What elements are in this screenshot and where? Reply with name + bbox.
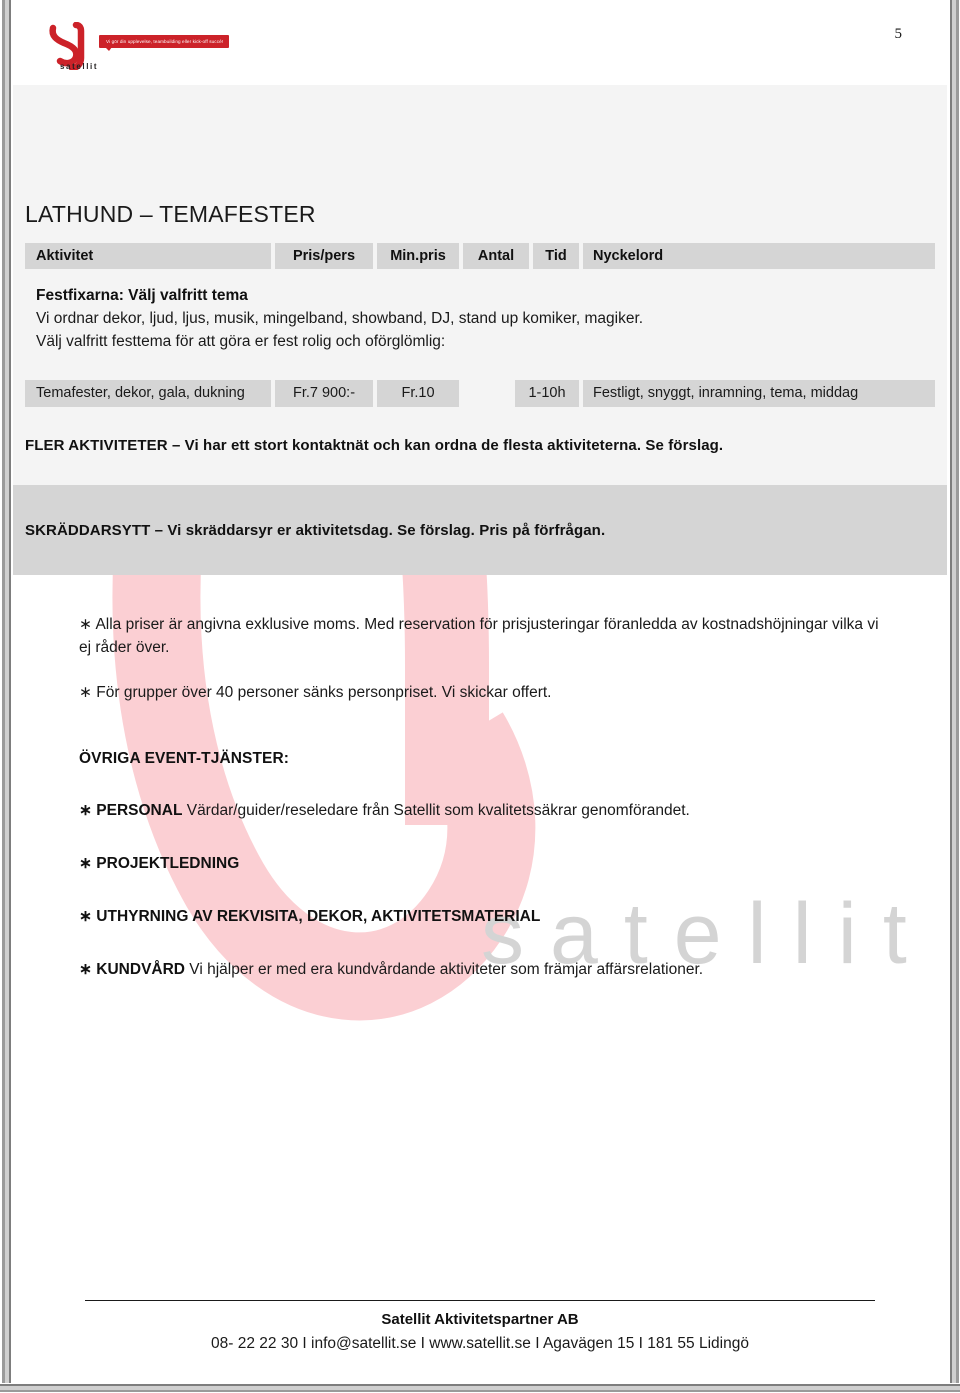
service-item-label: ∗ UTHYRNING AV REKVISITA, DEKOR, AKTIVIT… bbox=[79, 908, 541, 925]
cell-pris-pers-value: Fr.7 900:- bbox=[292, 385, 356, 401]
price-notes: ∗ Alla priser är angivna exklusive moms.… bbox=[79, 613, 879, 726]
logo-tagline: Vi gör din upplevelse, teambuilding elle… bbox=[99, 35, 230, 51]
other-services-section: ÖVRIGA EVENT-TJÄNSTER: ∗ PERSONAL Värdar… bbox=[79, 750, 879, 1012]
column-header-pris-pers-label: Pris/pers bbox=[292, 248, 356, 264]
cell-tid-value: 1-10h bbox=[528, 385, 566, 401]
column-header-antal-label: Antal bbox=[477, 248, 515, 264]
column-header-pris-pers: Pris/pers bbox=[275, 243, 373, 269]
service-item-text: Vi hjälper er med era kundvårdande aktiv… bbox=[185, 961, 704, 978]
column-header-aktivitet: Aktivitet bbox=[25, 243, 271, 269]
service-item-text: Värdar/guider/reseledare från Satellit s… bbox=[182, 802, 690, 819]
service-item-label: ∗ PROJEKTLEDNING bbox=[79, 855, 240, 872]
cell-nyckelord-value: Festligt, snyggt, inramning, tema, midda… bbox=[593, 385, 859, 401]
column-header-tid: Tid bbox=[533, 243, 579, 269]
page-frame-left bbox=[0, 0, 13, 1386]
other-services-heading: ÖVRIGA EVENT-TJÄNSTER: bbox=[79, 750, 290, 767]
cell-aktivitet-value: Temafester, dekor, gala, dukning bbox=[36, 385, 245, 401]
service-item: ∗ PROJEKTLEDNING bbox=[79, 853, 879, 875]
fler-aktiviteter-band bbox=[13, 425, 947, 485]
table-header-row: Aktivitet Pris/pers Min.pris Antal Tid N… bbox=[25, 243, 935, 269]
activity-intro-line-2: Välj valfritt festtema för att göra er f… bbox=[36, 333, 446, 350]
satellit-logo: Vi gör din upplevelse, teambuilding elle… bbox=[46, 22, 246, 74]
footer-divider bbox=[85, 1300, 875, 1301]
price-note: ∗ För grupper över 40 personer sänks per… bbox=[79, 684, 552, 701]
page-frame-right bbox=[947, 0, 960, 1386]
column-header-tid-label: Tid bbox=[545, 248, 567, 264]
cell-min-pris-value: Fr.10 bbox=[401, 385, 435, 401]
activity-intro-block: Festfixarna: Välj valfritt tema Vi ordna… bbox=[25, 277, 935, 363]
page-frame-bottom bbox=[0, 1383, 960, 1393]
cell-aktivitet: Temafester, dekor, gala, dukning bbox=[25, 380, 271, 407]
column-header-nyckelord-label: Nyckelord bbox=[593, 248, 664, 264]
service-item: ∗ KUNDVÅRD Vi hjälper er med era kundvår… bbox=[79, 959, 879, 981]
activity-intro-line-1: Vi ordnar dekor, ljud, ljus, musik, ming… bbox=[36, 310, 644, 327]
page-header: Vi gör din upplevelse, teambuilding elle… bbox=[13, 0, 947, 85]
page-footer: Satellit Aktivitetspartner AB 08- 22 22 … bbox=[13, 1287, 947, 1383]
fler-aktiviteter-statement: FLER AKTIVITETER – Vi har ett stort kont… bbox=[25, 437, 724, 454]
logo-wordmark: satellit bbox=[60, 62, 99, 71]
column-header-min-pris-label: Min.pris bbox=[390, 248, 446, 264]
footer-company-name: Satellit Aktivitetspartner AB bbox=[381, 1311, 579, 1328]
content-area: satellit LATHUND – TEMAFESTER Aktivitet … bbox=[13, 85, 947, 1290]
activity-intro-lead: Festfixarna: Välj valfritt tema bbox=[36, 287, 248, 304]
cell-tid: 1-10h bbox=[515, 380, 579, 407]
service-item: ∗ PERSONAL Värdar/guider/reseledare från… bbox=[79, 800, 879, 822]
service-item-label: ∗ PERSONAL bbox=[79, 802, 183, 819]
column-header-nyckelord: Nyckelord bbox=[583, 243, 935, 269]
document-page: Vi gör din upplevelse, teambuilding elle… bbox=[0, 0, 960, 1393]
cell-pris-pers: Fr.7 900:- bbox=[275, 380, 373, 407]
price-note: ∗ Alla priser är angivna exklusive moms.… bbox=[79, 616, 879, 656]
page-number: 5 bbox=[894, 26, 903, 42]
column-header-min-pris: Min.pris bbox=[377, 243, 459, 269]
cell-nyckelord: Festligt, snyggt, inramning, tema, midda… bbox=[583, 380, 935, 407]
page-title: LATHUND – TEMAFESTER bbox=[25, 201, 316, 227]
table-row: Temafester, dekor, gala, dukning Fr.7 90… bbox=[25, 380, 935, 407]
skraddarsytt-statement: SKRÄDDARSYTT – Vi skräddarsyr er aktivit… bbox=[25, 522, 606, 539]
service-item: ∗ UTHYRNING AV REKVISITA, DEKOR, AKTIVIT… bbox=[79, 906, 879, 928]
service-item-label: ∗ KUNDVÅRD bbox=[79, 961, 185, 978]
footer-contact-line: 08- 22 22 30 I info@satellit.se I www.sa… bbox=[211, 1335, 749, 1352]
column-header-antal: Antal bbox=[463, 243, 529, 269]
column-header-aktivitet-label: Aktivitet bbox=[36, 248, 94, 264]
cell-min-pris: Fr.10 bbox=[377, 380, 459, 407]
